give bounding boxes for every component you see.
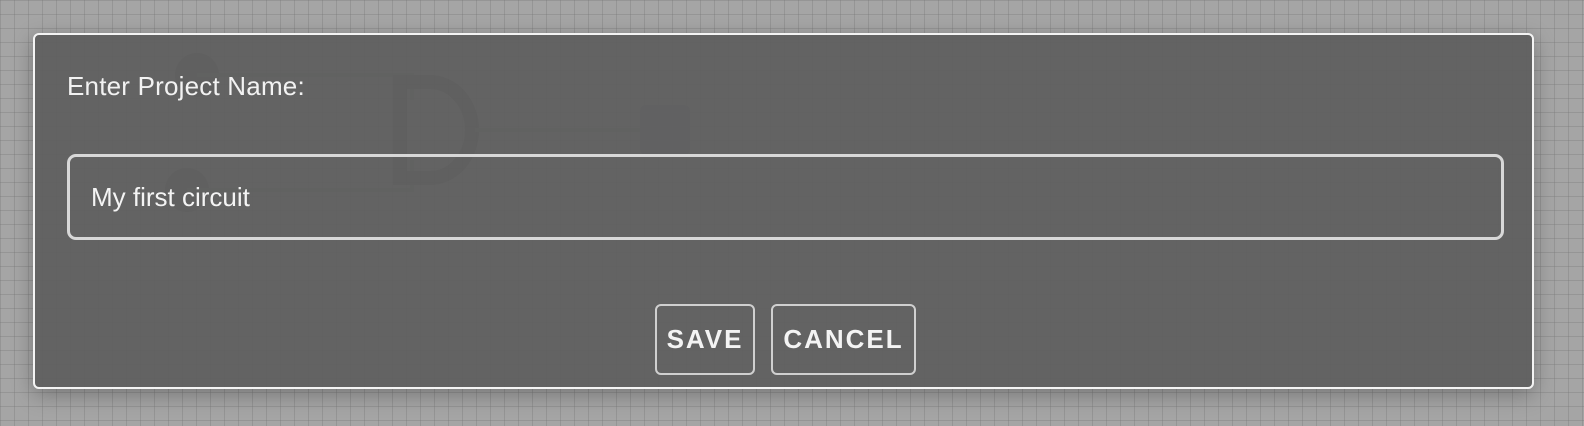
project-name-input[interactable] bbox=[67, 154, 1504, 240]
project-name-dialog: Enter Project Name: SAVE CANCEL bbox=[33, 33, 1534, 389]
dialog-prompt-label: Enter Project Name: bbox=[67, 71, 305, 101]
save-button[interactable]: SAVE bbox=[655, 304, 755, 375]
cancel-button[interactable]: CANCEL bbox=[771, 304, 916, 375]
